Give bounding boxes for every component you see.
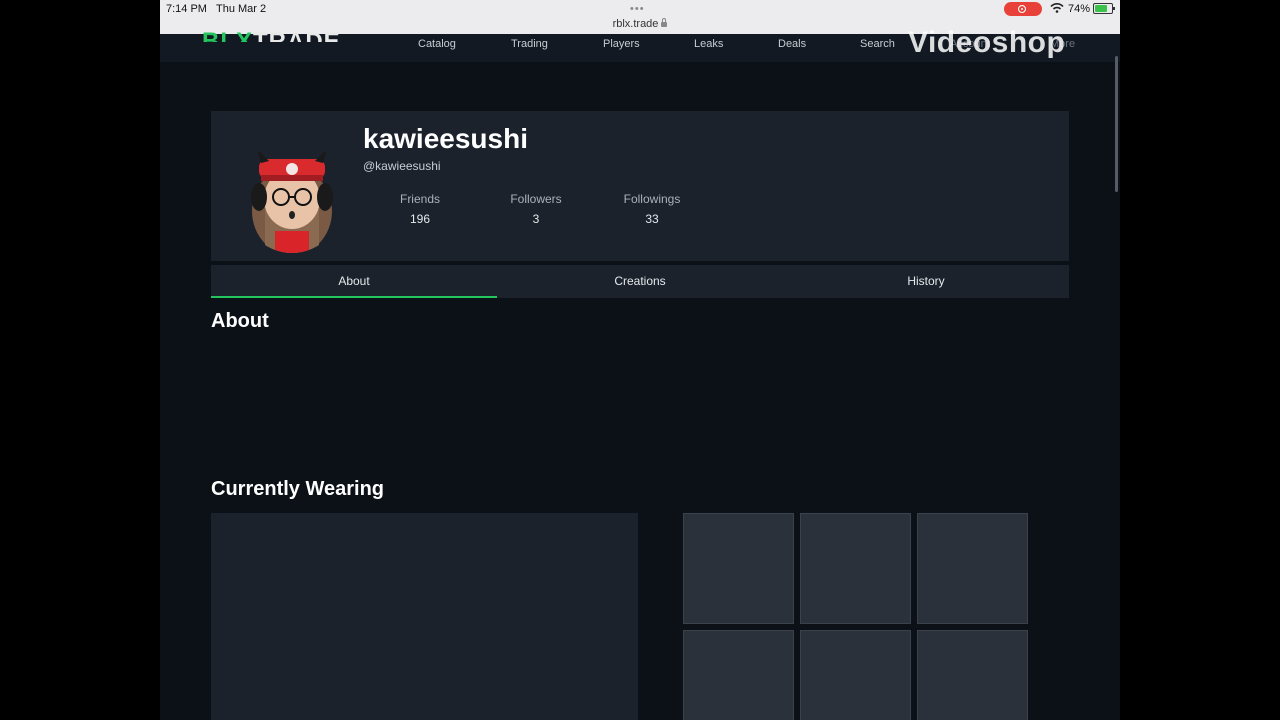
tab-creations[interactable]: Creations (497, 265, 783, 298)
stat-label: Followings (623, 192, 681, 206)
site-logo[interactable]: BLXTRADE (202, 28, 341, 42)
nav-link-players[interactable]: Players (603, 38, 640, 50)
status-date: Thu Mar 2 (216, 3, 267, 15)
ipad-screen: 7:14 PM Thu Mar 2 ••• rblx.trade 74% BLX… (160, 0, 1120, 720)
battery-icon (1093, 3, 1115, 14)
wearing-item-tile[interactable] (800, 513, 911, 624)
nav-link-trading[interactable]: Trading (511, 38, 548, 50)
status-time: 7:14 PM (166, 3, 207, 15)
logo-trade: TRADE (253, 28, 341, 42)
wearing-item-tile[interactable] (800, 630, 911, 720)
stat-friends[interactable]: Friends 196 (380, 192, 460, 226)
logo-blx: BLX (202, 28, 253, 42)
wearing-item-tile[interactable] (917, 630, 1028, 720)
scrollbar[interactable] (1115, 56, 1118, 192)
stat-label: Friends (399, 192, 440, 206)
stat-value: 33 (645, 212, 659, 226)
about-heading: About (211, 310, 269, 332)
profile-card: kawieesushi @kawieesushi Friends 196 Fol… (211, 111, 1069, 261)
nav-link-catalog[interactable]: Catalog (418, 38, 456, 50)
tab-about[interactable]: About (211, 265, 497, 298)
stat-value: 196 (409, 212, 431, 226)
tab-overview-dots[interactable]: ••• (630, 3, 645, 15)
stat-followings[interactable]: Followings 33 (612, 192, 692, 226)
screen-recording-icon[interactable] (1004, 2, 1042, 16)
stat-value: 3 (532, 212, 540, 226)
nav-link-search[interactable]: Search (860, 38, 895, 50)
stat-label: Followers (510, 192, 562, 206)
lock-icon (661, 18, 668, 27)
wearing-item-tile[interactable] (683, 630, 794, 720)
url-text: rblx.trade (612, 18, 659, 30)
videoshop-watermark: Videoshop (908, 26, 1066, 59)
profile-username: kawieesushi (363, 123, 528, 154)
avatar-image (239, 139, 345, 253)
profile-handle: @kawieesushi (363, 159, 441, 173)
tab-history[interactable]: History (783, 265, 1069, 298)
nav-link-deals[interactable]: Deals (778, 38, 806, 50)
avatar-preview-panel (211, 513, 638, 720)
wifi-icon (1050, 3, 1064, 13)
battery-percent: 74% (1068, 3, 1091, 15)
profile-tabs: About Creations History (211, 265, 1069, 298)
stat-followers[interactable]: Followers 3 (496, 192, 576, 226)
currently-wearing-heading: Currently Wearing (211, 478, 384, 500)
avatar (239, 139, 345, 253)
wearing-item-tile[interactable] (917, 513, 1028, 624)
wearing-item-tile[interactable] (683, 513, 794, 624)
nav-link-leaks[interactable]: Leaks (694, 38, 723, 50)
